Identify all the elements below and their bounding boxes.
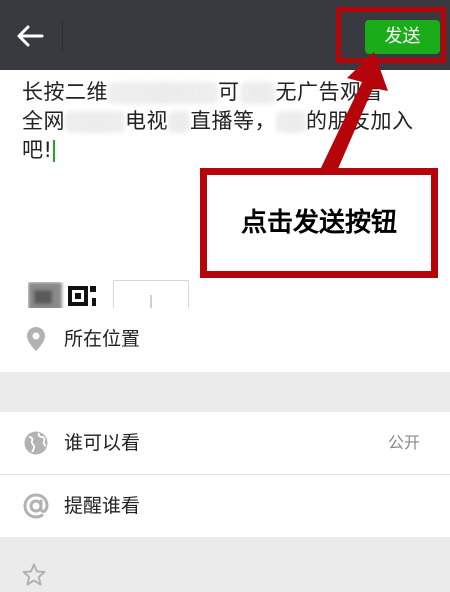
star-icon [22,563,46,586]
post-text-part: 可 [218,80,240,104]
location-label: 所在位置 [64,328,141,350]
globe-icon [24,431,48,455]
back-button[interactable] [12,20,48,52]
annotation-text: 点击发送按钮 [240,208,397,238]
blurred-text [65,111,125,133]
post-text-part: 长按二维 [22,80,108,104]
blurred-text [168,111,190,133]
post-text-part: 全网 [22,109,65,133]
post-text-part: 电视 [125,109,168,133]
mention-row[interactable]: 提醒谁看 [0,475,450,537]
mention-label: 提醒谁看 [64,495,141,517]
post-text-part: 吧! [22,138,53,162]
at-sign-icon [23,493,49,519]
location-pin-icon [27,327,45,351]
topbar-divider [62,22,63,52]
back-arrow-icon [17,25,44,47]
visibility-value: 公开 [387,433,420,452]
post-text-part: 无广告观看 [275,80,383,104]
bottom-option-row[interactable] [0,558,450,592]
blurred-text [108,82,218,104]
visibility-row[interactable]: 谁可以看 公开 [0,412,450,474]
visibility-label: 谁可以看 [64,432,141,454]
post-text-input[interactable]: 长按二维 可 无广告观看 全网 电视 直播等， 的朋友加入 吧! [22,78,422,165]
text-caret [53,140,56,162]
send-highlight-box [336,7,446,63]
post-text-part: 直播等， [190,109,276,133]
blurred-text [239,82,276,104]
moments-compose-screen: 发送 长按二维可无广告观看 全网 电视 直播等， 的朋友加入 吧! 所在位置 谁… [0,0,450,592]
location-row[interactable]: 所在位置 [0,308,450,370]
post-text-part: 的朋友加入 [306,109,414,133]
annotation-callout: 点击发送按钮 [200,168,438,278]
blurred-text [276,111,306,133]
